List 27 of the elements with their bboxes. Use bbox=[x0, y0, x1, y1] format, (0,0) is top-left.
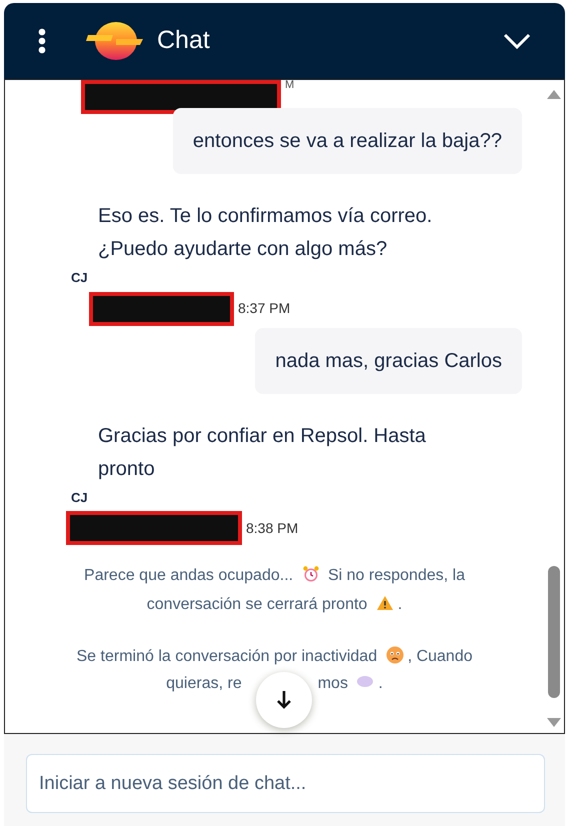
menu-icon[interactable] bbox=[38, 28, 46, 54]
alarm-clock-icon bbox=[302, 565, 320, 583]
message-bubble: nada mas, gracias Carlos bbox=[255, 328, 522, 394]
message-time: 8:38 PM bbox=[246, 518, 298, 538]
message-input[interactable]: Iniciar a nueva sesión de chat... bbox=[26, 754, 545, 813]
speech-bubble-icon bbox=[356, 675, 374, 690]
closed-notice: quieras, re bbox=[166, 674, 242, 694]
arrow-down-icon bbox=[277, 690, 291, 710]
scroll-down-icon[interactable] bbox=[547, 718, 561, 727]
scroll-to-bottom-button[interactable] bbox=[256, 672, 312, 728]
warning-icon bbox=[376, 595, 394, 611]
agent-initials: CJ bbox=[70, 269, 88, 287]
scroll-up-icon[interactable] bbox=[547, 90, 561, 99]
agent-initials: CJ bbox=[70, 488, 88, 506]
message-time: 8:37 PM bbox=[238, 299, 290, 318]
closed-notice: Se terminó la conversación por inactividad , Cuando bbox=[76, 645, 474, 667]
worried-face-icon bbox=[386, 646, 404, 664]
message-text: Eso es. Te lo confirmamos vía correo. ¿Puedo ayudarte con algo más? bbox=[97, 204, 434, 262]
window-title: Chat bbox=[157, 25, 210, 56]
closed-notice: mos . bbox=[318, 674, 383, 694]
message-bubble: entonces se va a realizar la baja?? bbox=[172, 108, 522, 174]
message-text: Gracias por confiar en Repsol. Hasta pronto bbox=[97, 424, 427, 482]
scrollbar-thumb[interactable] bbox=[548, 566, 560, 698]
inactivity-notice: Parece que andas ocupado... Si no respondes, la conversación se cerrará pronto . bbox=[83, 564, 466, 615]
logo-icon bbox=[86, 19, 144, 63]
chevron-down-icon[interactable] bbox=[503, 33, 531, 49]
message-time: M bbox=[285, 80, 294, 91]
